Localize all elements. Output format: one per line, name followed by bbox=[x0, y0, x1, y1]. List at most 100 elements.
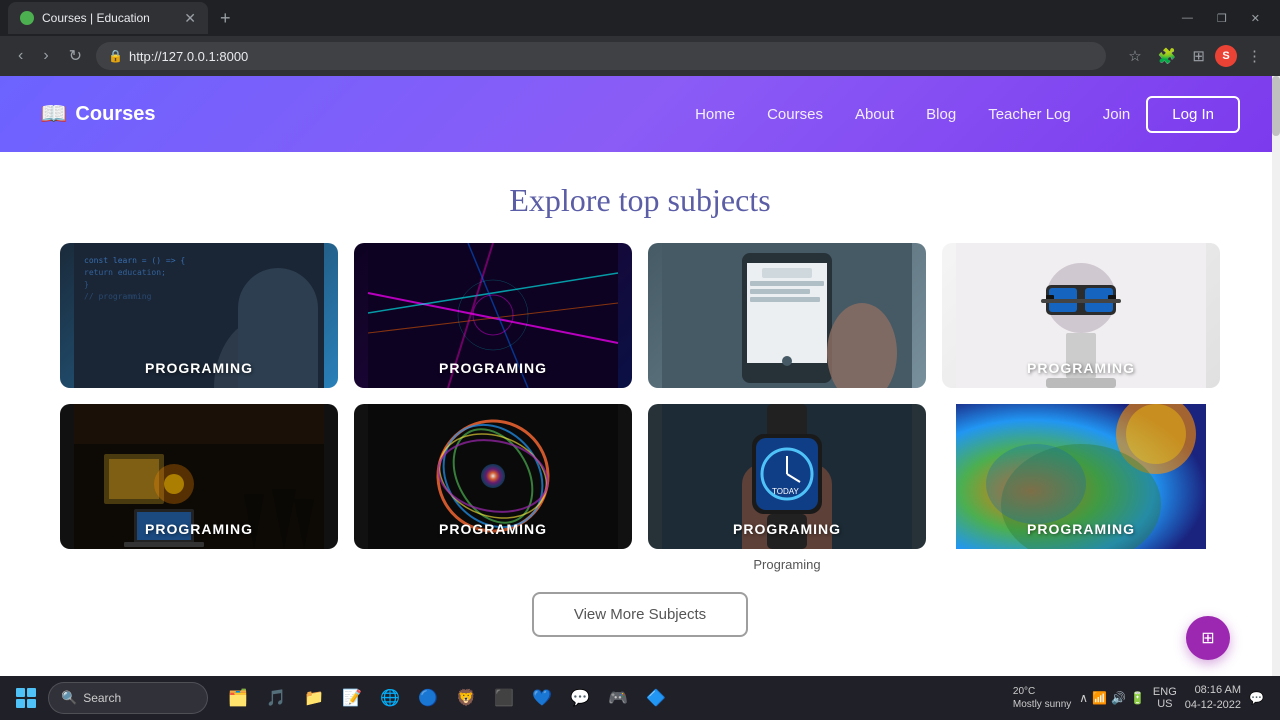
sound-icon[interactable]: 🔊 bbox=[1111, 691, 1126, 705]
menu-icon[interactable]: ⋮ bbox=[1241, 43, 1268, 69]
lang-text: ENG bbox=[1153, 686, 1177, 698]
nav-blog[interactable]: Blog bbox=[926, 106, 956, 123]
nav-links: Home Courses About Blog Teacher Log bbox=[695, 106, 1071, 123]
forward-button[interactable]: › bbox=[37, 43, 54, 69]
close-button[interactable]: ✕ bbox=[1239, 0, 1272, 36]
subject-card-3[interactable] bbox=[648, 243, 926, 388]
taskbar-editor-icon[interactable]: 📝 bbox=[334, 680, 370, 716]
active-tab[interactable]: Courses | Education ✕ bbox=[8, 2, 208, 34]
svg-text:return education;: return education; bbox=[84, 268, 166, 277]
taskbar-browser-edge-icon[interactable]: 🌐 bbox=[372, 680, 408, 716]
website-content: 📖 Courses Home Courses About Blog Teache… bbox=[0, 76, 1280, 720]
card-5-label: PROGRAMING bbox=[60, 521, 338, 537]
windows-logo bbox=[16, 688, 36, 708]
nav-about[interactable]: About bbox=[855, 106, 894, 123]
taskbar-files-icon[interactable]: 🗂️ bbox=[220, 680, 256, 716]
new-tab-button[interactable]: + bbox=[212, 8, 239, 29]
url-bar[interactable]: 🔒 http://127.0.0.1:8000 bbox=[96, 42, 1106, 70]
profile-avatar[interactable]: S bbox=[1215, 45, 1237, 67]
start-button[interactable] bbox=[8, 680, 44, 716]
taskbar-chrome-icon[interactable]: 🔵 bbox=[410, 680, 446, 716]
tab-title: Courses | Education bbox=[42, 11, 150, 25]
tab-bar: Courses | Education ✕ + — ❒ ✕ bbox=[0, 0, 1280, 36]
window-controls: — ❒ ✕ bbox=[1170, 0, 1272, 36]
site-logo[interactable]: 📖 Courses bbox=[40, 101, 155, 127]
taskbar-search[interactable]: 🔍 Search bbox=[48, 682, 208, 714]
subject-card-8[interactable]: PROGRAMING bbox=[942, 404, 1220, 549]
site-nav: 📖 Courses Home Courses About Blog Teache… bbox=[0, 76, 1280, 152]
subject-card-2[interactable]: PROGRAMING bbox=[354, 243, 632, 388]
taskbar-datetime[interactable]: 08:16 AM 04-12-2022 bbox=[1185, 683, 1241, 714]
scrollbar-thumb[interactable] bbox=[1272, 76, 1280, 136]
subject-card-6[interactable]: PROGRAMING bbox=[354, 404, 632, 549]
subjects-labels-row: Programing bbox=[60, 553, 1220, 572]
subject-card-7[interactable]: TODAY PROGRAMING bbox=[648, 404, 926, 549]
taskbar-terminal-icon[interactable]: ⬛ bbox=[486, 680, 522, 716]
floating-action-button[interactable]: ⊞ bbox=[1186, 616, 1230, 660]
taskbar-system-icons: ∧ 📶 🔊 🔋 bbox=[1079, 691, 1145, 705]
extension-icon[interactable]: 🧩 bbox=[1152, 43, 1183, 69]
page-title: Explore top subjects bbox=[40, 182, 1240, 219]
nav-teacher-log[interactable]: Teacher Log bbox=[988, 106, 1071, 123]
taskbar-weather: 20°C Mostly sunny bbox=[1013, 685, 1071, 711]
card-2-label: PROGRAMING bbox=[354, 360, 632, 376]
browser-chrome: Courses | Education ✕ + — ❒ ✕ ‹ › ↻ 🔒 ht… bbox=[0, 0, 1280, 76]
taskbar-time: 08:16 AM bbox=[1185, 683, 1241, 698]
win-logo-br bbox=[27, 699, 36, 708]
taskbar-pinned-icons: 🗂️ 🎵 📁 📝 🌐 🔵 🦁 ⬛ 💙 💬 🎮 🔷 bbox=[220, 680, 674, 716]
network-icon[interactable]: 📶 bbox=[1092, 691, 1107, 705]
weather-desc: Mostly sunny bbox=[1013, 698, 1071, 711]
win-logo-bl bbox=[16, 699, 25, 708]
card-3-svg bbox=[648, 243, 926, 388]
card-6-label: PROGRAMING bbox=[354, 521, 632, 537]
toolbar-icons: ☆ 🧩 ⊞ S ⋮ bbox=[1122, 43, 1268, 69]
card-3-below-label: Programing bbox=[648, 557, 926, 572]
taskbar-spotify-icon[interactable]: 🎵 bbox=[258, 680, 294, 716]
taskbar-date: 04-12-2022 bbox=[1185, 698, 1241, 713]
subject-card-4[interactable]: PROGRAMING bbox=[942, 243, 1220, 388]
card-8-label: PROGRAMING bbox=[942, 521, 1220, 537]
taskbar-folder-icon[interactable]: 📁 bbox=[296, 680, 332, 716]
floating-btn-icon: ⊞ bbox=[1201, 628, 1214, 648]
logo-text: Courses bbox=[75, 103, 155, 126]
join-button[interactable]: Join bbox=[1103, 106, 1131, 123]
tab-close-button[interactable]: ✕ bbox=[184, 10, 196, 27]
chevron-up-icon[interactable]: ∧ bbox=[1079, 691, 1088, 705]
notification-icon[interactable]: 💬 bbox=[1249, 691, 1264, 705]
bookmark-icon[interactable]: ☆ bbox=[1122, 43, 1147, 69]
svg-text:}: } bbox=[84, 280, 89, 289]
taskbar-whatsapp-icon[interactable]: 💬 bbox=[562, 680, 598, 716]
view-more-container: View More Subjects bbox=[40, 592, 1240, 637]
subject-card-1[interactable]: const learn = () => { return education; … bbox=[60, 243, 338, 388]
taskbar-discord-icon[interactable]: 🎮 bbox=[600, 680, 636, 716]
grid-icon[interactable]: ⊞ bbox=[1186, 43, 1211, 69]
battery-icon[interactable]: 🔋 bbox=[1130, 691, 1145, 705]
back-button[interactable]: ‹ bbox=[12, 43, 29, 69]
url-text: http://127.0.0.1:8000 bbox=[129, 49, 248, 64]
svg-text:const learn = () => {: const learn = () => { bbox=[84, 256, 185, 265]
view-more-button[interactable]: View More Subjects bbox=[532, 592, 748, 637]
weather-temp: 20°C bbox=[1013, 685, 1071, 698]
taskbar-other-icon[interactable]: 🔷 bbox=[638, 680, 674, 716]
subject-card-5[interactable]: PROGRAMING bbox=[60, 404, 338, 549]
nav-home[interactable]: Home bbox=[695, 106, 735, 123]
win-logo-tl bbox=[16, 688, 25, 697]
taskbar-brave-icon[interactable]: 🦁 bbox=[448, 680, 484, 716]
svg-text:TODAY: TODAY bbox=[772, 487, 799, 496]
nav-courses[interactable]: Courses bbox=[767, 106, 823, 123]
taskbar-search-label: Search bbox=[83, 691, 121, 705]
refresh-button[interactable]: ↻ bbox=[63, 42, 88, 70]
card-3-bg bbox=[648, 243, 926, 388]
login-button[interactable]: Log In bbox=[1146, 96, 1240, 133]
nav-actions: Join Log In bbox=[1103, 96, 1240, 133]
card-7-label: PROGRAMING bbox=[648, 521, 926, 537]
taskbar: 🔍 Search 🗂️ 🎵 📁 📝 🌐 🔵 🦁 ⬛ 💙 💬 🎮 🔷 20°C M… bbox=[0, 676, 1280, 720]
region-text: US bbox=[1157, 698, 1172, 710]
subjects-grid: const learn = () => { return education; … bbox=[60, 243, 1220, 549]
taskbar-right: 20°C Mostly sunny ∧ 📶 🔊 🔋 ENG US 08:16 A… bbox=[1013, 683, 1272, 714]
maximize-button[interactable]: ❒ bbox=[1205, 0, 1239, 36]
logo-icon: 📖 bbox=[40, 101, 67, 127]
taskbar-vscode-icon[interactable]: 💙 bbox=[524, 680, 560, 716]
minimize-button[interactable]: — bbox=[1170, 0, 1205, 36]
scrollbar-track[interactable] bbox=[1272, 76, 1280, 676]
